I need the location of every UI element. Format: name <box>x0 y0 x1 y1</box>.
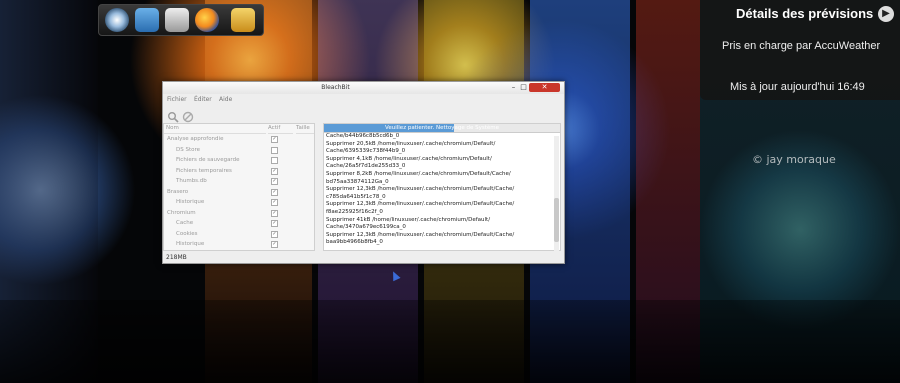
tree-row-checkbox[interactable]: ✓ <box>271 167 278 175</box>
wallpaper-watermark: © jay moraque <box>752 153 836 166</box>
tree-row-checkbox[interactable]: ✓ <box>271 188 278 196</box>
tree-row[interactable]: Brasero ✓ <box>164 187 314 197</box>
tree-row-checkbox[interactable] <box>271 157 278 164</box>
tree-row-checkbox[interactable]: ✓ <box>271 199 278 206</box>
log-line: Cache/26a5f7d1de255d33_0 <box>326 163 406 170</box>
menu-edit[interactable]: Éditer <box>194 94 212 105</box>
maximize-icon[interactable]: □ <box>519 83 528 92</box>
tree-row[interactable]: DS Store <box>164 145 314 155</box>
tree-row-label: Chromium <box>167 209 196 216</box>
app-launcher-icon[interactable] <box>105 8 129 32</box>
progress-bar: Veuillez patienter. Nettoyage de Système <box>324 124 560 133</box>
tree-row-label: Cache <box>176 220 194 226</box>
cleaner-tree: Nom Actif Taille Analyse approfondie ✓ DS … <box>163 123 315 251</box>
tree-row-label: Cookies <box>176 230 198 237</box>
file-manager-icon[interactable] <box>135 8 159 32</box>
log-line: Supprimer 20,5kB /home/linuxuser/.cache/… <box>326 140 496 147</box>
menu-bar: Fichier Éditer Aide <box>163 94 564 105</box>
log-line: baa9bb4966b8fb4_0 <box>326 239 383 246</box>
firefox-icon[interactable] <box>195 8 219 32</box>
menu-help[interactable]: Aide <box>219 94 232 105</box>
tree-row-label: Brasero <box>167 188 189 195</box>
tree-row-checkbox[interactable]: ✓ <box>271 220 278 227</box>
tree-row-label: Historique <box>176 241 205 247</box>
log-line: Cache/b44b96c8b5cd6b_0 <box>326 133 400 139</box>
log-line: Supprimer 4,1kB /home/linuxuser/.cache/c… <box>326 155 492 162</box>
tree-row-checkbox[interactable]: ✓ <box>271 241 278 248</box>
tree-row-label: Thumbs.db <box>176 178 207 184</box>
cleaner-icon[interactable] <box>231 8 255 32</box>
weather-provider: Pris en charge par AccuWeather <box>722 40 881 52</box>
log-line: bd75aa33874112Ga_0 <box>326 178 389 185</box>
progress-text: Veuillez patienter. Nettoyage de Système <box>385 125 499 131</box>
tree-row-checkbox[interactable]: ✓ <box>271 230 278 238</box>
window-title: BleachBit <box>321 84 350 91</box>
tree-row[interactable]: Cache ✓ <box>164 218 314 228</box>
forecast-details-title[interactable]: Détails des prévisions <box>736 6 873 21</box>
close-icon[interactable]: ✕ <box>529 83 560 92</box>
tree-row[interactable]: Chromium ✓ <box>164 208 314 218</box>
toolbar <box>163 105 564 123</box>
tree-row-checkbox[interactable]: ✓ <box>271 136 278 143</box>
tree-row[interactable]: Historique ✓ <box>164 197 314 207</box>
log-line: Supprimer 41kB /home/linuxuser/.cache/ch… <box>326 216 491 223</box>
log-line: Supprimer 12,3kB /home/linuxuser/.cache/… <box>326 201 515 208</box>
tree-row-label: Historique <box>176 199 205 205</box>
tree-row-label: Fichiers de sauvegarde <box>176 157 240 163</box>
window-titlebar[interactable]: BleachBit – □ ✕ <box>163 82 564 94</box>
log-panel: Veuillez patienter. Nettoyage de Système… <box>323 123 561 251</box>
tree-row[interactable]: Thumbs.db ✓ <box>164 176 314 186</box>
tree-row[interactable]: Fichiers de sauvegarde <box>164 155 314 165</box>
tree-row-checkbox[interactable] <box>271 146 278 154</box>
log-line: Supprimer 8,2kB /home/linuxuser/.cache/c… <box>326 170 511 177</box>
weather-updated-time: Mis à jour aujourd'hui 16:49 <box>730 81 865 93</box>
dock <box>98 4 264 36</box>
log-line: Supprimer 12,3kB /home/linuxuser/.cache/… <box>326 186 515 193</box>
log-line: f8ae225925f16c2f_0 <box>326 208 383 215</box>
log-line: Cache/6395339c738f44b9_0 <box>326 148 406 155</box>
log-output: Cache/b44b96c8b5cd6b_0 Supprimer 20,5kB /… <box>324 133 552 247</box>
minimize-icon[interactable]: – <box>509 83 518 92</box>
column-name[interactable]: Nom <box>164 124 266 134</box>
tree-row-label: Analyse approfondie <box>167 136 224 142</box>
menu-file[interactable]: Fichier <box>167 94 187 105</box>
tree-row-label: Fichiers temporaires <box>176 167 232 174</box>
log-line: Cache/3470a679ec6199ca_0 <box>326 224 406 231</box>
tree-row[interactable]: Analyse approfondie ✓ <box>164 134 314 144</box>
log-scrollbar[interactable] <box>554 136 559 251</box>
weather-widget: Détails des prévisions ▶ Pris en charge … <box>700 0 900 100</box>
next-arrow-icon[interactable]: ▶ <box>878 6 894 22</box>
column-size[interactable]: Taille <box>296 124 314 134</box>
scrollbar-thumb[interactable] <box>554 198 559 242</box>
tree-row[interactable]: Historique ✓ <box>164 239 314 249</box>
status-bar: 218MB <box>163 252 564 263</box>
column-active[interactable]: Actif <box>268 124 293 134</box>
log-line: Supprimer 12,3kB /home/linuxuser/.cache/… <box>326 231 515 238</box>
system-monitor-icon[interactable] <box>165 8 189 32</box>
status-size: 218MB <box>166 254 187 261</box>
bleachbit-window: BleachBit – □ ✕ Fichier Éditer Aide Nom … <box>162 81 565 264</box>
preview-magnifier-icon[interactable] <box>167 108 179 123</box>
tree-row-checkbox[interactable]: ✓ <box>271 178 278 185</box>
tree-row-checkbox[interactable]: ✓ <box>271 209 278 217</box>
tree-row[interactable]: Fichiers temporaires ✓ <box>164 166 314 176</box>
tree-row-label: DS Store <box>176 146 201 153</box>
delete-forbidden-icon[interactable] <box>182 108 194 123</box>
log-line: c785da641b5f1c78_0 <box>326 193 386 200</box>
tree-row[interactable]: Cookies ✓ <box>164 229 314 239</box>
